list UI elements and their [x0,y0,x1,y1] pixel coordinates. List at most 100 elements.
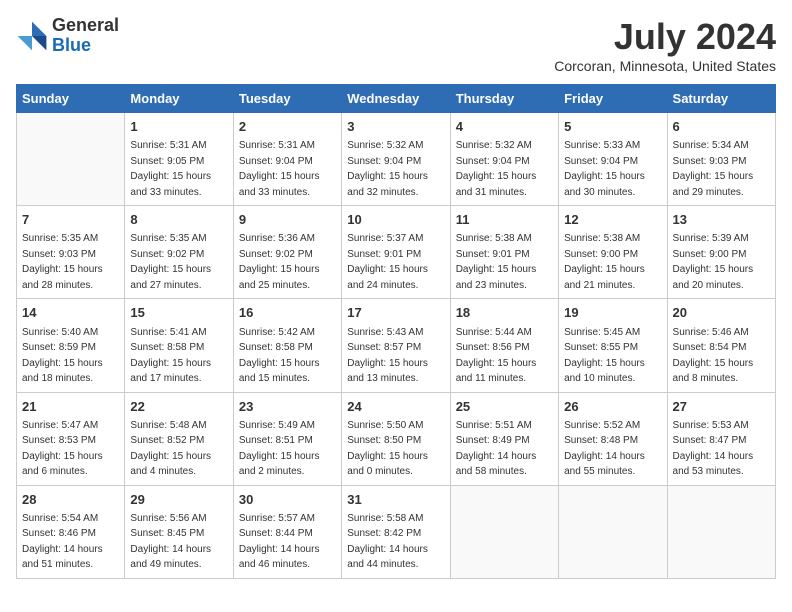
calendar-cell: 6 Sunrise: 5:34 AM Sunset: 9:03 PM Daylig… [667,113,775,206]
calendar-cell: 24 Sunrise: 5:50 AM Sunset: 8:50 PM Dayli… [342,392,450,485]
day-number: 24 [347,398,444,416]
day-number: 31 [347,491,444,509]
weekday-header-monday: Monday [125,85,233,113]
weekday-header-friday: Friday [559,85,667,113]
day-number: 18 [456,304,553,322]
day-info: Sunrise: 5:58 AM Sunset: 8:42 PM Dayligh… [347,513,428,571]
page-header: General Blue July 2024 Corcoran, Minneso… [16,16,776,74]
day-number: 7 [22,211,119,229]
logo-icon [16,20,48,52]
day-info: Sunrise: 5:37 AM Sunset: 9:01 PM Dayligh… [347,233,428,291]
calendar-cell: 26 Sunrise: 5:52 AM Sunset: 8:48 PM Dayli… [559,392,667,485]
calendar-cell [17,113,125,206]
day-info: Sunrise: 5:35 AM Sunset: 9:03 PM Dayligh… [22,233,103,291]
day-number: 14 [22,304,119,322]
day-number: 3 [347,118,444,136]
day-info: Sunrise: 5:43 AM Sunset: 8:57 PM Dayligh… [347,327,428,385]
day-number: 15 [130,304,227,322]
day-info: Sunrise: 5:48 AM Sunset: 8:52 PM Dayligh… [130,420,211,478]
day-number: 1 [130,118,227,136]
calendar-week-row: 28 Sunrise: 5:54 AM Sunset: 8:46 PM Dayli… [17,485,776,578]
location-text: Corcoran, Minnesota, United States [554,58,776,74]
calendar-week-row: 21Sunrise: 5:47 AM Sunset: 8:53 PM Dayli… [17,392,776,485]
day-number: 6 [673,118,770,136]
day-number: 27 [673,398,770,416]
calendar-cell: 13 Sunrise: 5:39 AM Sunset: 9:00 PM Dayli… [667,206,775,299]
weekday-header-wednesday: Wednesday [342,85,450,113]
day-number: 8 [130,211,227,229]
day-number: 10 [347,211,444,229]
day-info: Sunrise: 5:51 AM Sunset: 8:49 PM Dayligh… [456,420,537,478]
day-number: 16 [239,304,336,322]
calendar-cell: 8Sunrise: 5:35 AM Sunset: 9:02 PM Daylig… [125,206,233,299]
day-info: Sunrise: 5:31 AM Sunset: 9:04 PM Dayligh… [239,140,320,198]
calendar-cell: 9Sunrise: 5:36 AM Sunset: 9:02 PM Daylig… [233,206,341,299]
day-number: 20 [673,304,770,322]
calendar-cell: 3 Sunrise: 5:32 AM Sunset: 9:04 PM Daylig… [342,113,450,206]
calendar-cell: 23Sunrise: 5:49 AM Sunset: 8:51 PM Dayli… [233,392,341,485]
calendar-table: SundayMondayTuesdayWednesdayThursdayFrid… [16,84,776,579]
day-number: 12 [564,211,661,229]
day-number: 29 [130,491,227,509]
calendar-cell: 22 Sunrise: 5:48 AM Sunset: 8:52 PM Dayli… [125,392,233,485]
day-info: Sunrise: 5:31 AM Sunset: 9:05 PM Dayligh… [130,140,211,198]
calendar-cell: 11 Sunrise: 5:38 AM Sunset: 9:01 PM Dayli… [450,206,558,299]
calendar-cell: 31 Sunrise: 5:58 AM Sunset: 8:42 PM Dayli… [342,485,450,578]
calendar-cell: 10 Sunrise: 5:37 AM Sunset: 9:01 PM Dayli… [342,206,450,299]
day-number: 22 [130,398,227,416]
calendar-cell: 15 Sunrise: 5:41 AM Sunset: 8:58 PM Dayli… [125,299,233,392]
day-info: Sunrise: 5:53 AM Sunset: 8:47 PM Dayligh… [673,420,754,478]
day-info: Sunrise: 5:52 AM Sunset: 8:48 PM Dayligh… [564,420,645,478]
logo-text: General Blue [52,16,119,56]
day-info: Sunrise: 5:39 AM Sunset: 9:00 PM Dayligh… [673,233,754,291]
calendar-cell: 20 Sunrise: 5:46 AM Sunset: 8:54 PM Dayli… [667,299,775,392]
day-info: Sunrise: 5:45 AM Sunset: 8:55 PM Dayligh… [564,327,645,385]
calendar-cell: 19Sunrise: 5:45 AM Sunset: 8:55 PM Dayli… [559,299,667,392]
day-number: 5 [564,118,661,136]
calendar-cell: 21Sunrise: 5:47 AM Sunset: 8:53 PM Dayli… [17,392,125,485]
day-info: Sunrise: 5:32 AM Sunset: 9:04 PM Dayligh… [347,140,428,198]
weekday-header-sunday: Sunday [17,85,125,113]
day-info: Sunrise: 5:40 AM Sunset: 8:59 PM Dayligh… [22,327,103,385]
day-number: 2 [239,118,336,136]
day-info: Sunrise: 5:38 AM Sunset: 9:01 PM Dayligh… [456,233,537,291]
day-info: Sunrise: 5:54 AM Sunset: 8:46 PM Dayligh… [22,513,103,571]
calendar-cell: 12Sunrise: 5:38 AM Sunset: 9:00 PM Dayli… [559,206,667,299]
day-info: Sunrise: 5:44 AM Sunset: 8:56 PM Dayligh… [456,327,537,385]
day-info: Sunrise: 5:47 AM Sunset: 8:53 PM Dayligh… [22,420,103,478]
day-info: Sunrise: 5:33 AM Sunset: 9:04 PM Dayligh… [564,140,645,198]
calendar-week-row: 14 Sunrise: 5:40 AM Sunset: 8:59 PM Dayli… [17,299,776,392]
calendar-cell [559,485,667,578]
calendar-cell: 5 Sunrise: 5:33 AM Sunset: 9:04 PM Daylig… [559,113,667,206]
day-info: Sunrise: 5:32 AM Sunset: 9:04 PM Dayligh… [456,140,537,198]
title-block: July 2024 Corcoran, Minnesota, United St… [554,16,776,74]
calendar-week-row: 7 Sunrise: 5:35 AM Sunset: 9:03 PM Daylig… [17,206,776,299]
logo: General Blue [16,16,119,56]
day-number: 26 [564,398,661,416]
day-number: 13 [673,211,770,229]
day-info: Sunrise: 5:46 AM Sunset: 8:54 PM Dayligh… [673,327,754,385]
day-number: 28 [22,491,119,509]
day-number: 4 [456,118,553,136]
day-info: Sunrise: 5:50 AM Sunset: 8:50 PM Dayligh… [347,420,428,478]
day-number: 11 [456,211,553,229]
calendar-cell: 17Sunrise: 5:43 AM Sunset: 8:57 PM Dayli… [342,299,450,392]
month-year-title: July 2024 [554,16,776,58]
calendar-week-row: 1 Sunrise: 5:31 AM Sunset: 9:05 PM Daylig… [17,113,776,206]
day-info: Sunrise: 5:41 AM Sunset: 8:58 PM Dayligh… [130,327,211,385]
day-info: Sunrise: 5:34 AM Sunset: 9:03 PM Dayligh… [673,140,754,198]
calendar-cell: 2 Sunrise: 5:31 AM Sunset: 9:04 PM Daylig… [233,113,341,206]
day-number: 30 [239,491,336,509]
weekday-header-tuesday: Tuesday [233,85,341,113]
calendar-cell [667,485,775,578]
day-info: Sunrise: 5:36 AM Sunset: 9:02 PM Dayligh… [239,233,320,291]
calendar-cell: 16Sunrise: 5:42 AM Sunset: 8:58 PM Dayli… [233,299,341,392]
calendar-cell: 14 Sunrise: 5:40 AM Sunset: 8:59 PM Dayli… [17,299,125,392]
calendar-cell: 7 Sunrise: 5:35 AM Sunset: 9:03 PM Daylig… [17,206,125,299]
calendar-cell: 1 Sunrise: 5:31 AM Sunset: 9:05 PM Daylig… [125,113,233,206]
day-number: 23 [239,398,336,416]
weekday-header-saturday: Saturday [667,85,775,113]
weekday-header-thursday: Thursday [450,85,558,113]
day-number: 25 [456,398,553,416]
calendar-cell: 25 Sunrise: 5:51 AM Sunset: 8:49 PM Dayli… [450,392,558,485]
